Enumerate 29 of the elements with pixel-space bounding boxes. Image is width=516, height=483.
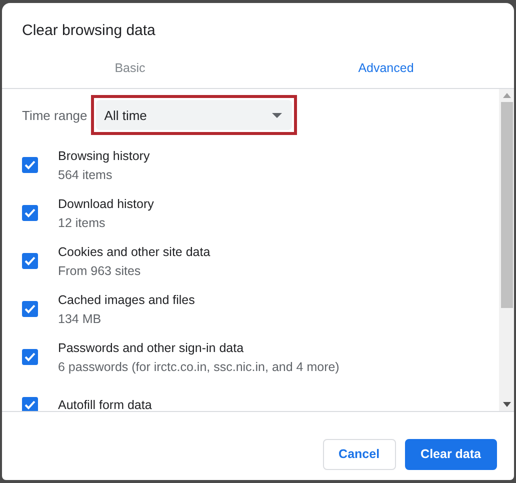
time-range-dropdown[interactable]: All time: [96, 100, 292, 130]
caret-icon: [272, 112, 282, 118]
tab[interactable]: Advanced: [258, 48, 514, 88]
option-label: Autofill form data: [58, 398, 152, 411]
cancel-button[interactable]: Cancel: [322, 438, 396, 470]
option-detail: 12 items: [58, 216, 106, 230]
checkbox[interactable]: [22, 349, 38, 365]
dialog-title: Clear browsing data: [21, 21, 156, 41]
option-detail: From 963 sites: [58, 264, 142, 278]
option-label: Cached images and files: [58, 292, 195, 306]
scrollbar[interactable]: [499, 89, 514, 411]
option-label: Download history: [58, 196, 154, 210]
checkbox[interactable]: [22, 397, 38, 411]
option-label: Cookies and other site data: [58, 244, 210, 258]
option-detail: 134 MB: [58, 312, 102, 326]
option-label: Passwords and other sign-in data: [58, 340, 245, 354]
clear-data-button[interactable]: Clear data: [404, 438, 497, 470]
checkbox[interactable]: [22, 301, 38, 317]
tab[interactable]: Basic: [2, 48, 258, 88]
checkbox[interactable]: [22, 157, 38, 173]
scroll-down-icon[interactable]: [502, 402, 510, 407]
checkbox[interactable]: [22, 253, 38, 269]
checkbox[interactable]: [22, 205, 38, 221]
option-detail: 564 items: [58, 168, 114, 182]
time-range-label: Time range: [22, 108, 88, 122]
scroll-up-icon[interactable]: [502, 93, 510, 98]
option-detail: 6 passwords (for irctc.co.in, ssc.nic.in, and 4 more): [58, 360, 340, 374]
scrollbar-thumb[interactable]: [500, 102, 512, 308]
option-label: Browsing history: [58, 148, 150, 162]
